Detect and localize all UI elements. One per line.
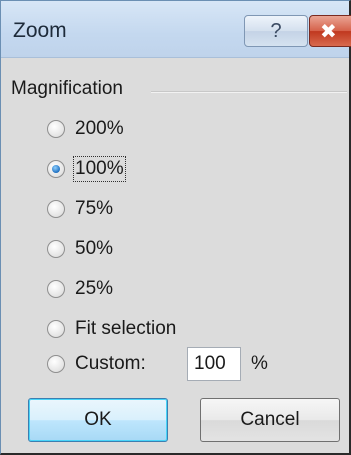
radio-label-200: 200%: [75, 118, 124, 139]
radio-button-200[interactable]: [47, 120, 65, 138]
cancel-button[interactable]: Cancel: [200, 398, 340, 442]
radio-label-100: 100%: [73, 156, 126, 182]
window-title: Zoom: [13, 19, 67, 42]
radio-200[interactable]: 200%: [47, 112, 124, 146]
close-button[interactable]: ✖: [309, 15, 351, 47]
radio-100[interactable]: 100%: [47, 152, 126, 186]
help-icon: ?: [270, 19, 282, 42]
zoom-dialog: Zoom ? ✖ Magnification 200% 100% 75% 50%: [0, 0, 351, 455]
radio-25[interactable]: 25%: [47, 272, 113, 306]
radio-50[interactable]: 50%: [47, 232, 113, 266]
help-button[interactable]: ?: [244, 15, 308, 47]
custom-unit-label: %: [251, 353, 268, 374]
radio-button-custom[interactable]: [47, 355, 65, 373]
title-bar[interactable]: Zoom ? ✖: [1, 1, 351, 58]
radio-button-25[interactable]: [47, 280, 65, 298]
radio-button-100[interactable]: [47, 160, 65, 178]
radio-custom[interactable]: Custom:: [47, 347, 146, 381]
radio-label-fit-selection: Fit selection: [75, 318, 177, 339]
radio-75[interactable]: 75%: [47, 192, 113, 226]
radio-label-50: 50%: [75, 238, 114, 259]
radio-fit-selection[interactable]: Fit selection: [47, 312, 176, 346]
radio-label-75: 75%: [75, 198, 114, 219]
ok-button[interactable]: OK: [28, 398, 168, 442]
dialog-body: Magnification 200% 100% 75% 50% 25% Fit …: [1, 58, 349, 453]
radio-label-25: 25%: [75, 278, 114, 299]
group-divider: [151, 91, 347, 93]
custom-zoom-input[interactable]: [187, 347, 241, 381]
radio-label-custom: Custom:: [75, 353, 146, 374]
radio-button-fit-selection[interactable]: [47, 320, 65, 338]
radio-button-75[interactable]: [47, 200, 65, 218]
radio-button-50[interactable]: [47, 240, 65, 258]
magnification-group-label: Magnification: [11, 78, 129, 100]
close-icon: ✖: [320, 20, 337, 43]
